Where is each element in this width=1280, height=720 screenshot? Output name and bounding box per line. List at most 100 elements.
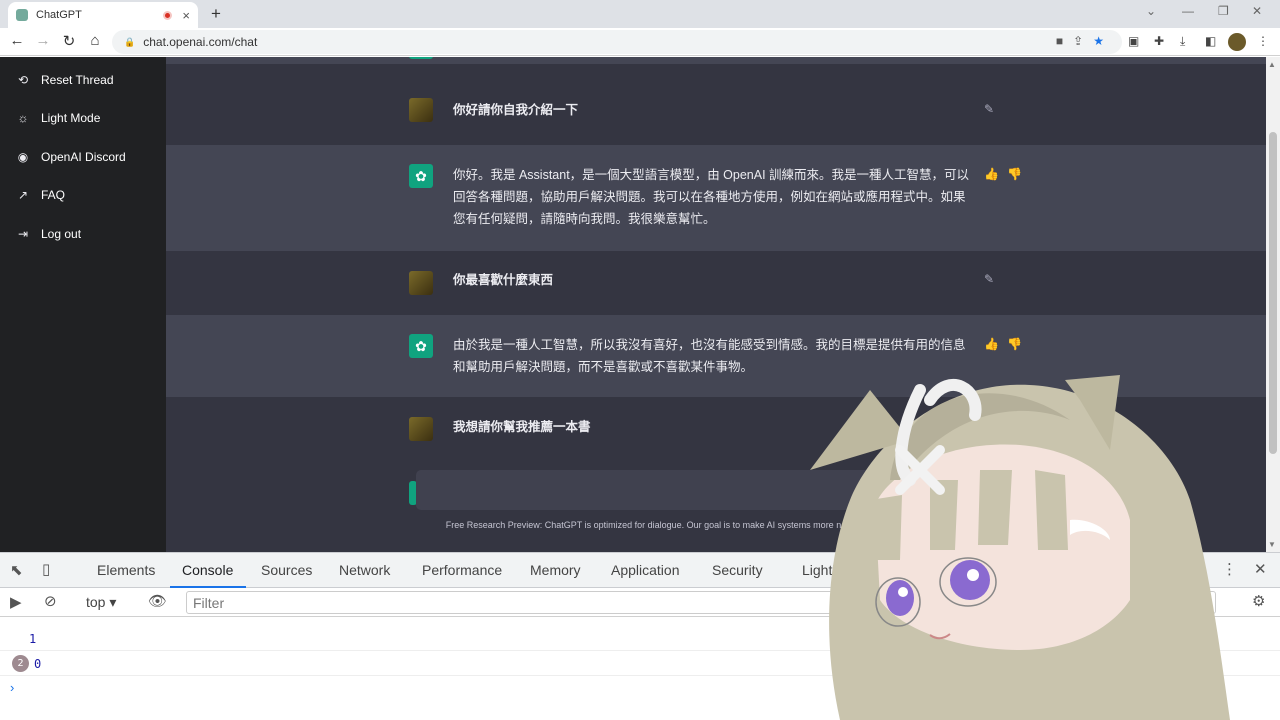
- chat-message-user: 我想請你幫我推薦一本書: [166, 397, 1266, 463]
- console-message: 2 0: [0, 652, 1280, 676]
- address-bar[interactable]: 🔒 chat.openai.com/chat ■⇪★: [112, 30, 1122, 54]
- sidebar-item-light-mode[interactable]: ☼ Light Mode: [16, 111, 101, 125]
- sidebar-item-openai-discord[interactable]: ◉ OpenAI Discord: [16, 150, 126, 164]
- devtools-tab-bar: ⬉ ▯ Elements Console Sources Network Per…: [0, 552, 1280, 588]
- sidebar-item-label: Log out: [41, 227, 82, 241]
- forward-icon[interactable]: →: [33, 32, 53, 49]
- tab-title: ChatGPT: [36, 9, 82, 21]
- chat-message-user: 你最喜歡什麼東西 ✎: [166, 251, 1266, 315]
- tab-close-button[interactable]: ×: [182, 8, 190, 23]
- live-expression-eye-icon[interactable]: 👁: [148, 592, 167, 610]
- message-text: 你好請你自我介紹一下: [453, 103, 579, 117]
- issues-badge-toolbar[interactable]: ▤ 1: [1193, 595, 1213, 608]
- message-input[interactable]: [416, 470, 1056, 510]
- chatgpt-avatar-icon: ✿: [409, 57, 433, 59]
- scroll-down-icon[interactable]: ▼: [1268, 540, 1276, 549]
- tab-network[interactable]: Network: [339, 562, 390, 578]
- inspect-element-icon[interactable]: ⬉: [10, 561, 23, 579]
- cast-icon[interactable]: ▣: [1128, 34, 1139, 48]
- chatgpt-avatar-icon: ✿: [409, 164, 433, 188]
- chat-message-user: 你好請你自我介紹一下 ✎: [166, 64, 1266, 145]
- tab-memory[interactable]: Memory: [530, 562, 581, 578]
- restore-icon[interactable]: ❐: [1218, 4, 1229, 18]
- issues-count: 1: [1206, 596, 1213, 608]
- sidebar-item-label: FAQ: [41, 188, 66, 202]
- chat-message-assistant: ✿ 由於我是一種人工智慧，所以我沒有喜好，也沒有能感受到情感。我的目標是提供有用…: [166, 315, 1266, 397]
- thumbs-down-icon[interactable]: 👎: [1007, 167, 1030, 181]
- chat-message-assistant: ✿: [166, 57, 1266, 64]
- close-window-icon[interactable]: ✕: [1252, 4, 1262, 18]
- minimize-icon[interactable]: —: [1182, 4, 1194, 18]
- chatgpt-favicon-icon: [16, 9, 28, 21]
- device-toolbar-icon[interactable]: ▯: [42, 560, 50, 578]
- clear-console-icon[interactable]: ⊘: [44, 592, 57, 610]
- console-value: 1: [29, 632, 37, 646]
- console-toolbar: ▶ ⊘ top ▾ 👁 Filter ▤ 1 ⚙: [0, 588, 1280, 617]
- settings-gear-icon[interactable]: ⚙: [1185, 560, 1198, 578]
- edit-icon[interactable]: ✎: [984, 272, 1002, 286]
- close-devtools-icon[interactable]: ✕: [1254, 560, 1267, 578]
- scrollbar-thumb[interactable]: [1269, 132, 1277, 454]
- new-tab-button[interactable]: +: [206, 4, 226, 24]
- address-bar-actions: ■⇪★: [1056, 34, 1114, 48]
- console-settings-gear-icon[interactable]: ⚙: [1252, 592, 1265, 610]
- footnote-text: Free Research Preview: ChatGPT is optimi…: [445, 520, 987, 530]
- menu-icon[interactable]: ⋮: [1257, 34, 1269, 48]
- chat-message-assistant: ✿ 你好。我是 Assistant，是一個大型語言模型，由 OpenAI 訓練而…: [166, 145, 1266, 251]
- message-text: 我想請你幫我推薦一本書: [453, 420, 591, 434]
- bookmark-star-icon[interactable]: ★: [1093, 34, 1114, 48]
- filter-input[interactable]: Filter: [186, 591, 1216, 614]
- sidebar-toggle-icon[interactable]: ▶: [10, 593, 22, 611]
- tab-sources[interactable]: Sources: [261, 562, 312, 578]
- back-icon[interactable]: ←: [7, 32, 27, 49]
- context-selector[interactable]: top ▾: [86, 594, 116, 611]
- scroll-up-icon[interactable]: ▲: [1268, 60, 1276, 69]
- console-value: 0: [34, 657, 42, 671]
- home-icon[interactable]: ⌂: [85, 32, 105, 49]
- tab-performance[interactable]: Performance: [422, 562, 502, 578]
- logout-icon: ⇥: [17, 227, 29, 241]
- chat-thread: ✿ 你好請你自我介紹一下 ✎ ✿ 你好。我是 Assistant，是一個大型語言…: [166, 57, 1266, 552]
- thumbs-up-icon[interactable]: 👍: [984, 167, 1007, 181]
- browser-tab-bar: ChatGPT × + ⌄ — ❐ ✕: [0, 0, 1280, 28]
- message-text: 你好。我是 Assistant，是一個大型語言模型，由 OpenAI 訓練而來。…: [453, 168, 970, 226]
- console-prompt[interactable]: ›: [10, 680, 14, 695]
- download-icon[interactable]: ⤓: [1180, 34, 1185, 49]
- message-text: 你最喜歡什麼東西: [453, 273, 554, 287]
- browser-tab[interactable]: ChatGPT ×: [8, 2, 198, 28]
- issues-badge[interactable]: ▤ 1: [1130, 563, 1150, 576]
- sidebar-item-label: OpenAI Discord: [41, 150, 126, 164]
- external-link-icon: ↗: [17, 188, 29, 202]
- context-label: top: [86, 594, 106, 610]
- sidebar-item-reset-thread[interactable]: ⟲ Reset Thread: [16, 73, 114, 87]
- user-avatar: [409, 271, 433, 295]
- tab-search-icon[interactable]: ⌄: [1146, 4, 1156, 18]
- sidebar-item-label: Reset Thread: [41, 73, 114, 87]
- side-panel-icon[interactable]: ◧: [1205, 34, 1216, 48]
- extensions-icon[interactable]: ✚: [1154, 34, 1164, 48]
- sidebar-item-log-out[interactable]: ⇥ Log out: [16, 227, 81, 241]
- reload-icon[interactable]: ↻: [59, 32, 79, 50]
- tab-lighthouse[interactable]: Lighthouse: [802, 562, 871, 578]
- discord-icon: ◉: [17, 150, 29, 164]
- share-icon[interactable]: ⇪: [1073, 34, 1093, 48]
- thumbs-up-icon[interactable]: 👍: [984, 337, 1007, 351]
- sidebar-item-faq[interactable]: ↗ FAQ: [16, 188, 65, 202]
- camera-icon[interactable]: ■: [1056, 34, 1073, 48]
- console-output: 1 2 0 ›: [0, 617, 1280, 720]
- message-text: 由於我是一種人工智慧，所以我沒有喜好，也沒有能感受到情感。我的目標是提供有用的信…: [453, 338, 966, 374]
- more-options-icon[interactable]: ⋮: [1222, 560, 1237, 578]
- repeat-count-badge: 2: [12, 655, 29, 672]
- profile-avatar[interactable]: [1228, 33, 1246, 51]
- tab-security[interactable]: Security: [712, 562, 763, 578]
- chat-sidebar: ⟲ Reset Thread ☼ Light Mode ◉ OpenAI Dis…: [0, 57, 166, 552]
- url-text: chat.openai.com/chat: [143, 35, 258, 49]
- refresh-icon: ⟲: [17, 73, 29, 87]
- edit-icon[interactable]: ✎: [984, 102, 1002, 116]
- tab-console[interactable]: Console: [182, 562, 233, 578]
- tab-application[interactable]: Application: [611, 562, 680, 578]
- thumbs-down-icon[interactable]: 👎: [1007, 337, 1030, 351]
- tab-elements[interactable]: Elements: [97, 562, 155, 578]
- chatgpt-avatar-icon: ✿: [409, 334, 433, 358]
- browser-toolbar: ← → ↻ ⌂ 🔒 chat.openai.com/chat ■⇪★ ▣ ✚ ⤓…: [0, 28, 1280, 56]
